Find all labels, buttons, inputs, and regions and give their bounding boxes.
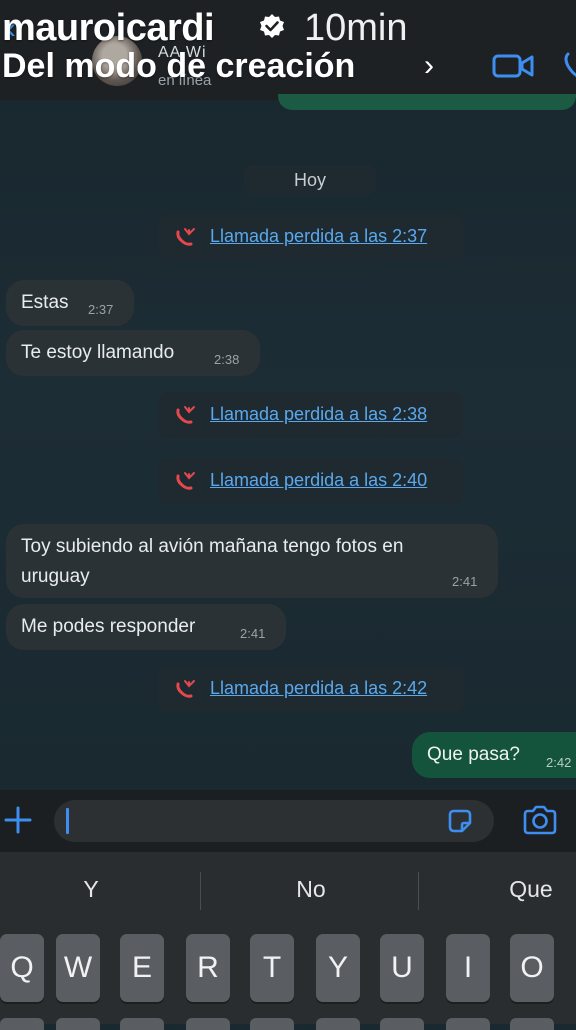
key-row2-partial[interactable] [0, 1018, 44, 1030]
incoming-message[interactable]: Te estoy llamando 2:38 [6, 330, 260, 376]
chevron-right-icon[interactable]: › [424, 44, 434, 88]
message-time: 2:37 [88, 302, 114, 317]
missed-call-text[interactable]: Llamada perdida a las 2:37 [210, 226, 427, 247]
message-text: Me podes responder [21, 616, 196, 637]
outgoing-message[interactable]: Que pasa? 2:42 [412, 732, 576, 778]
message-input[interactable] [54, 800, 494, 842]
incoming-message[interactable]: Toy subiendo al avión mañana tengo fotos… [6, 524, 498, 598]
message-input-bar [0, 790, 576, 852]
missed-call-notice[interactable]: Llamada perdida a las 2:37 [158, 214, 463, 260]
suggestion-divider [200, 872, 201, 910]
message-time: 2:41 [452, 574, 478, 589]
suggestion-2[interactable]: No [236, 876, 386, 903]
key-o[interactable]: O [510, 934, 554, 1002]
key-e[interactable]: E [120, 934, 164, 1002]
message-time: 2:41 [240, 626, 266, 641]
verified-badge-icon [260, 14, 284, 38]
missed-call-icon [176, 680, 195, 698]
text-cursor [66, 808, 69, 834]
incoming-message[interactable]: Estas 2:37 [6, 280, 134, 326]
story-overlay: mauroicardi 10min Del modo de creación › [0, 0, 576, 100]
suggestion-divider [418, 872, 419, 910]
missed-call-notice[interactable]: Llamada perdida a las 2:38 [158, 392, 463, 438]
key-q[interactable]: Q [0, 934, 44, 1002]
missed-call-icon [176, 406, 195, 424]
missed-call-text[interactable]: Llamada perdida a las 2:38 [210, 404, 427, 425]
key-i[interactable]: I [446, 934, 490, 1002]
key-row2-partial[interactable] [316, 1018, 360, 1030]
missed-call-text[interactable]: Llamada perdida a las 2:42 [210, 678, 427, 699]
key-row2-partial[interactable] [56, 1018, 100, 1030]
plus-icon[interactable] [2, 804, 34, 836]
message-text-line2: uruguay [21, 566, 90, 587]
suggestion-3[interactable]: Que [456, 876, 576, 903]
key-t[interactable]: T [250, 934, 294, 1002]
missed-call-text[interactable]: Llamada perdida a las 2:40 [210, 470, 427, 491]
date-separator: Hoy [244, 165, 376, 195]
missed-call-icon [176, 472, 195, 490]
key-row2-partial[interactable] [380, 1018, 424, 1030]
key-u[interactable]: U [380, 934, 424, 1002]
message-text: Que pasa? [427, 744, 520, 765]
key-row2-partial[interactable] [446, 1018, 490, 1030]
key-row2-partial[interactable] [120, 1018, 164, 1030]
message-time: 2:42 [546, 755, 572, 770]
key-row2-partial[interactable] [186, 1018, 230, 1030]
message-text: Toy subiendo al avión mañana tengo fotos… [21, 536, 404, 557]
incoming-message[interactable]: Me podes responder 2:41 [6, 604, 286, 650]
keyboard: Y No Que Q W E R T Y U I O [0, 852, 576, 1030]
key-row2-partial[interactable] [250, 1018, 294, 1030]
camera-icon[interactable] [522, 804, 558, 836]
message-text: Te estoy llamando [21, 342, 175, 363]
message-text: Estas [21, 292, 69, 313]
sticker-icon[interactable] [446, 807, 474, 835]
missed-call-notice[interactable]: Llamada perdida a las 2:40 [158, 458, 463, 504]
story-subtitle[interactable]: Del modo de creación [2, 44, 355, 88]
key-row2-partial[interactable] [510, 1018, 554, 1030]
missed-call-notice[interactable]: Llamada perdida a las 2:42 [158, 666, 463, 712]
missed-call-icon [176, 228, 195, 246]
message-time: 2:38 [214, 352, 240, 367]
key-y[interactable]: Y [316, 934, 360, 1002]
key-w[interactable]: W [56, 934, 100, 1002]
key-r[interactable]: R [186, 934, 230, 1002]
suggestion-1[interactable]: Y [16, 876, 166, 903]
